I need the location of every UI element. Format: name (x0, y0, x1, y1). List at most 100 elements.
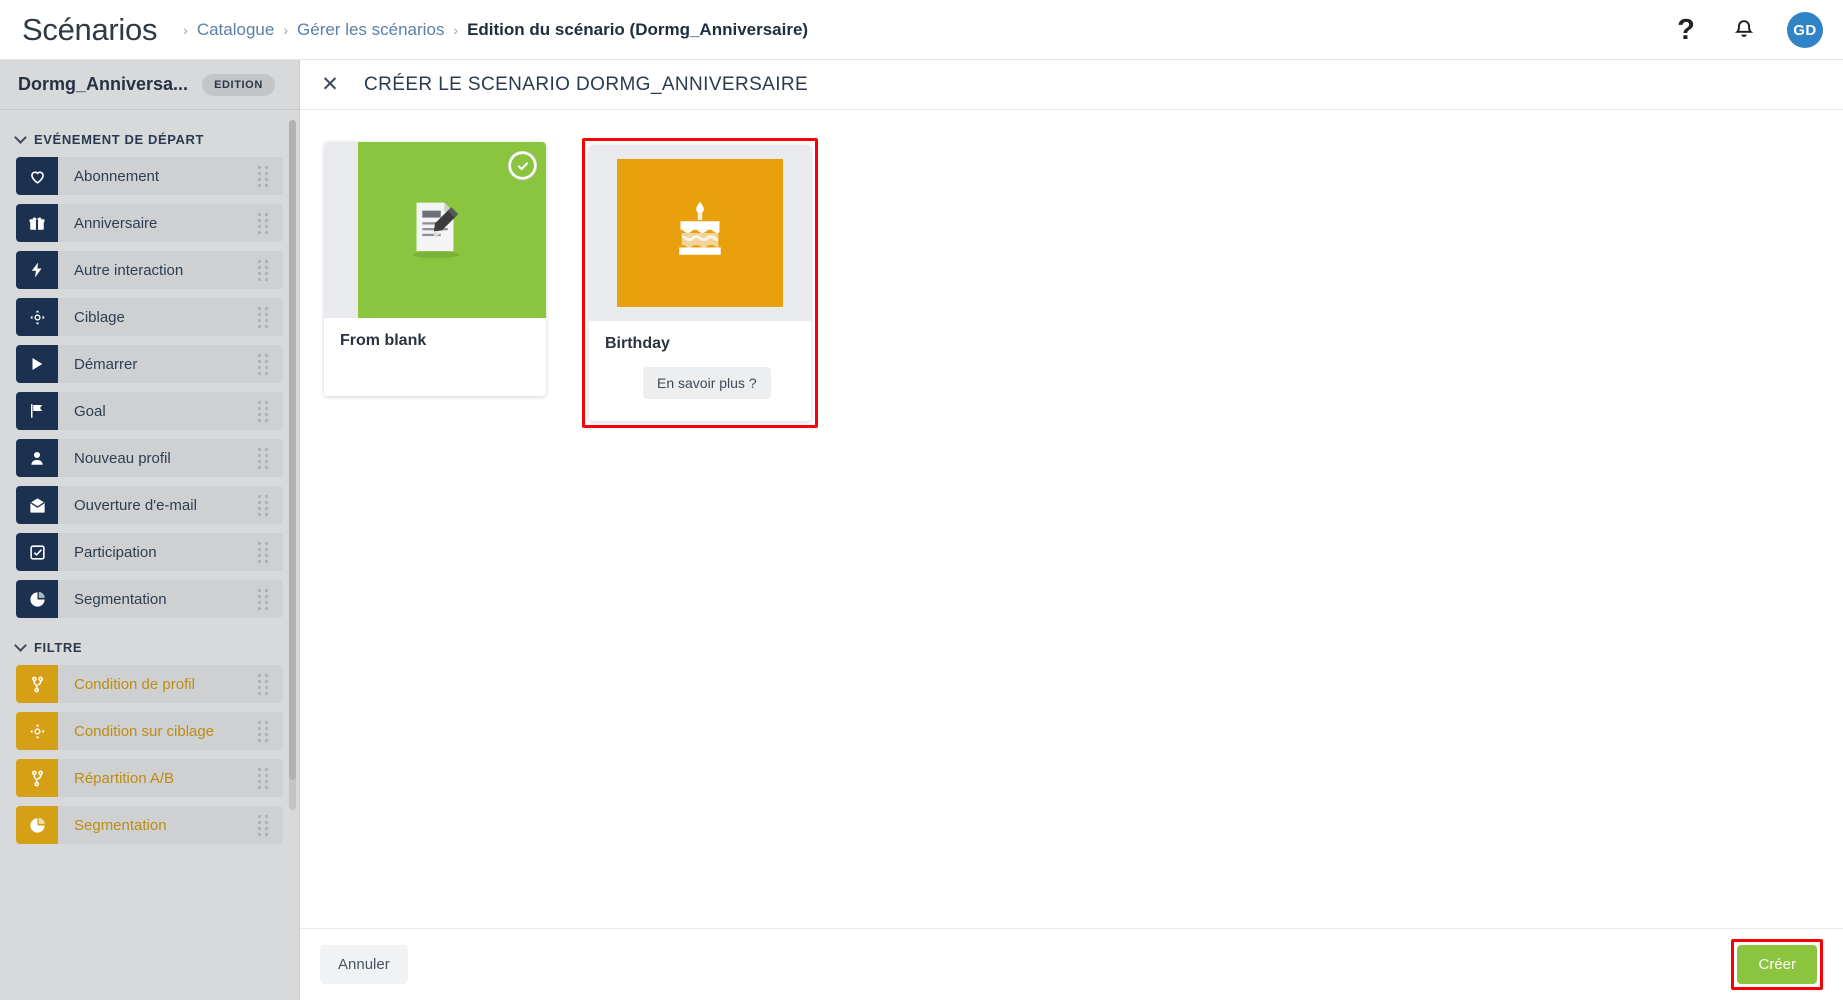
template-card-from-blank[interactable]: From blank (324, 142, 546, 396)
drag-handle-icon[interactable] (255, 306, 271, 328)
sidebar-item-label: Abonnement (74, 167, 160, 185)
document-pencil-icon (398, 191, 472, 270)
sidebar-item-repartition-a-b[interactable]: Répartition A/B (16, 759, 283, 797)
lightning-bolt-icon (16, 251, 58, 289)
play-icon (16, 345, 58, 383)
target-icon (16, 298, 58, 336)
user-icon (16, 439, 58, 477)
sidebar-item-label: Répartition A/B (74, 769, 175, 787)
sidebar-item-label: Anniversaire (74, 214, 158, 232)
sidebar-item-autre-interaction[interactable]: Autre interaction (16, 251, 283, 289)
birthday-cake-icon (661, 192, 739, 275)
sidebar-scrollbar-thumb[interactable] (289, 120, 296, 780)
card-title: From blank (340, 332, 427, 349)
sidebar-group-label: FILTRE (34, 640, 83, 655)
bell-icon[interactable] (1729, 15, 1759, 45)
sidebar-item-ouverture-d-e-mail[interactable]: Ouverture d'e-mail (16, 486, 283, 524)
sidebar-group-header-filtre[interactable]: FILTRE (0, 632, 299, 665)
drag-handle-icon[interactable] (255, 541, 271, 563)
sidebar-header: Dormg_Anniversa... EDITION (0, 60, 299, 110)
chevron-down-icon (14, 131, 27, 144)
learn-more-button[interactable]: En savoir plus ? (643, 367, 771, 399)
page-layout: Dormg_Anniversa... EDITION EVÉNEMENT DE … (0, 60, 1843, 1000)
sidebar-item-label: Condition sur ciblage (74, 722, 215, 740)
sidebar-scenario-name: Dormg_Anniversa... (18, 74, 189, 94)
drag-handle-icon[interactable] (255, 212, 271, 234)
sidebar-item-label: Nouveau profil (74, 449, 171, 467)
sidebar-item-label: Goal (74, 402, 106, 420)
target-icon (16, 712, 58, 750)
breadcrumb: › Catalogue › Gérer les scénarios › Edit… (183, 20, 808, 40)
sidebar-item-label: Autre interaction (74, 261, 184, 279)
sidebar-item-anniversaire[interactable]: Anniversaire (16, 204, 283, 242)
sidebar-item-participation[interactable]: Participation (16, 533, 283, 571)
breadcrumb-separator: › (183, 21, 188, 38)
dialog-footer: Annuler Créer (300, 928, 1843, 1000)
sidebar-group-label: EVÉNEMENT DE DÉPART (34, 132, 205, 147)
template-card-list: From blank Birthday En savoir plus ? (300, 110, 1843, 928)
breadcrumb-separator: › (283, 21, 289, 38)
drag-handle-icon[interactable] (255, 447, 271, 469)
card-title: Birthday (605, 335, 670, 352)
sidebar-item-condition-sur-ciblage[interactable]: Condition sur ciblage (16, 712, 283, 750)
drag-handle-icon[interactable] (255, 720, 271, 742)
help-icon[interactable]: ? (1671, 15, 1701, 45)
main-content: ✕ CRÉER LE SCENARIO DORMG_ANNIVERSAIRE F… (300, 60, 1843, 1000)
sidebar-item-goal[interactable]: Goal (16, 392, 283, 430)
sidebar-item-label: Condition de profil (74, 675, 195, 693)
breadcrumb-item-gerer-les-scenarios[interactable]: Gérer les scénarios (297, 20, 444, 40)
status-badge: EDITION (202, 73, 275, 96)
breadcrumb-item-current: Edition du scénario (Dormg_Anniversaire) (467, 19, 809, 39)
main-header: ✕ CRÉER LE SCENARIO DORMG_ANNIVERSAIRE (300, 60, 1843, 110)
sidebar-item-label: Segmentation (74, 590, 167, 608)
breadcrumb-item-catalogue[interactable]: Catalogue (197, 20, 275, 40)
sidebar-item-nouveau-profil[interactable]: Nouveau profil (16, 439, 283, 477)
branch-icon (16, 665, 58, 703)
flag-icon (16, 392, 58, 430)
drag-handle-icon[interactable] (255, 494, 271, 516)
top-bar: Scénarios › Catalogue › Gérer les scénar… (0, 0, 1843, 60)
sidebar-item-condition-de-profil[interactable]: Condition de profil (16, 665, 283, 703)
sidebar-scrollbar[interactable] (289, 120, 296, 810)
sidebar-item-segmentation[interactable]: Segmentation (16, 580, 283, 618)
drag-handle-icon[interactable] (255, 353, 271, 375)
top-bar-actions: ? GD (1671, 0, 1823, 60)
drag-handle-icon[interactable] (255, 767, 271, 789)
sidebar-item-label: Ouverture d'e-mail (74, 496, 197, 514)
sidebar-item-demarrer[interactable]: Démarrer (16, 345, 283, 383)
create-button-highlight: Créer (1731, 939, 1823, 990)
template-card-from-blank-wrapper: From blank (320, 138, 550, 400)
sidebar-item-label: Ciblage (74, 308, 125, 326)
page-title: Scénarios (22, 11, 158, 47)
card-thumbnail (324, 142, 546, 318)
selected-check-badge (509, 152, 536, 179)
card-body: From blank (324, 318, 546, 396)
heart-icon (16, 157, 58, 195)
sidebar-item-abonnement[interactable]: Abonnement (16, 157, 283, 195)
drag-handle-icon[interactable] (255, 588, 271, 610)
drag-handle-icon[interactable] (255, 259, 271, 281)
sidebar-item-label: Segmentation (74, 816, 167, 834)
template-card-birthday[interactable]: Birthday En savoir plus ? (589, 145, 811, 421)
sidebar-group-header-event[interactable]: EVÉNEMENT DE DÉPART (0, 124, 299, 157)
gift-icon (16, 204, 58, 242)
sidebar-item-label: Participation (74, 543, 157, 561)
cancel-button[interactable]: Annuler (320, 945, 408, 984)
close-icon[interactable]: ✕ (320, 74, 340, 95)
help-glyph: ? (1677, 13, 1695, 46)
sidebar-item-segmentation-filtre[interactable]: Segmentation (16, 806, 283, 844)
create-button[interactable]: Créer (1737, 945, 1817, 984)
checkbox-icon (16, 533, 58, 571)
main-title: CRÉER LE SCENARIO DORMG_ANNIVERSAIRE (364, 73, 809, 95)
drag-handle-icon[interactable] (255, 400, 271, 422)
breadcrumb-separator: › (453, 21, 459, 38)
avatar[interactable]: GD (1787, 12, 1823, 48)
template-card-birthday-wrapper: Birthday En savoir plus ? (582, 138, 818, 428)
branch-icon (16, 759, 58, 797)
sidebar-item-ciblage[interactable]: Ciblage (16, 298, 283, 336)
drag-handle-icon[interactable] (255, 673, 271, 695)
pie-chart-icon (16, 580, 58, 618)
chevron-down-icon (14, 639, 27, 652)
drag-handle-icon[interactable] (255, 165, 271, 187)
drag-handle-icon[interactable] (255, 814, 271, 836)
